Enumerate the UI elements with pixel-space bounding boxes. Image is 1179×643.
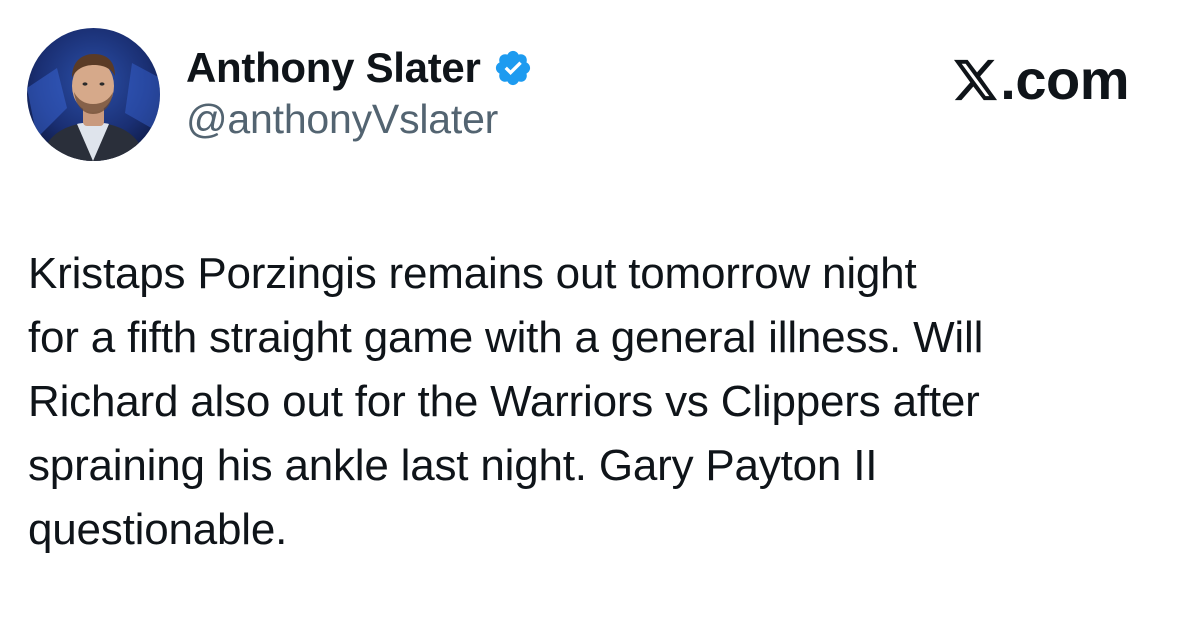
brand-domain-suffix: .com bbox=[1000, 48, 1129, 111]
author-handle[interactable]: @anthonyVslater bbox=[186, 96, 533, 143]
author-info: Anthony Slater @anthonyVslater bbox=[186, 40, 533, 143]
avatar-image bbox=[27, 28, 160, 161]
author-name-row: Anthony Slater bbox=[186, 40, 533, 96]
tweet-text-line: for a fifth straight game with a general… bbox=[28, 313, 984, 362]
tweet-card: Anthony Slater @anthonyVslater .com Kris… bbox=[0, 0, 1179, 643]
tweet-text-line: spraining his ankle last night. Gary Pay… bbox=[28, 441, 878, 490]
author-display-name[interactable]: Anthony Slater bbox=[186, 44, 481, 92]
tweet-text-line: questionable. bbox=[28, 505, 288, 554]
avatar[interactable] bbox=[27, 28, 160, 161]
x-logo-icon bbox=[953, 58, 999, 102]
tweet-text-line: Kristaps Porzingis remains out tomorrow … bbox=[28, 249, 917, 298]
verified-badge-icon bbox=[493, 48, 533, 88]
x-com-brand: .com bbox=[953, 50, 1129, 110]
tweet-text: Kristaps Porzingis remains out tomorrow … bbox=[28, 242, 1158, 562]
tweet-text-line: Richard also out for the Warriors vs Cli… bbox=[28, 377, 980, 426]
